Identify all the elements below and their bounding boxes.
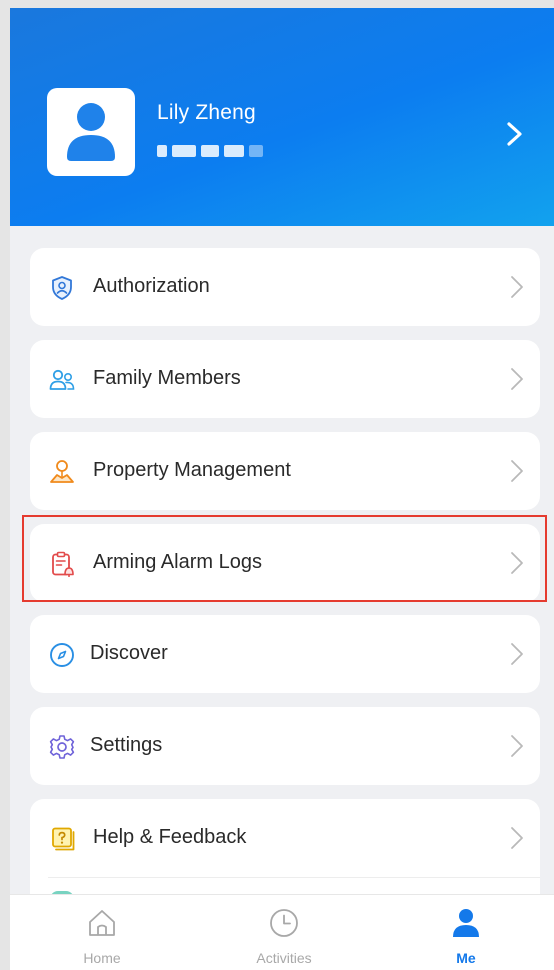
chevron-right-icon bbox=[511, 735, 523, 757]
family-icon bbox=[49, 369, 75, 390]
avatar[interactable] bbox=[47, 88, 135, 176]
alarm-log-icon bbox=[52, 551, 74, 577]
menu-item-label: Help & Feedback bbox=[93, 826, 247, 848]
compass-icon bbox=[50, 643, 74, 667]
app-screen: Lily Zheng Authorization Family Members … bbox=[0, 0, 554, 970]
shield-person-icon bbox=[52, 276, 72, 300]
clock-icon bbox=[270, 909, 298, 937]
menu-item-property-management[interactable]: Property Management bbox=[30, 432, 540, 510]
menu-item-authorization[interactable]: Authorization bbox=[30, 248, 540, 326]
tab-label: Me bbox=[456, 950, 476, 966]
menu-item-discover[interactable]: Discover bbox=[30, 615, 540, 693]
menu-item-label: Settings bbox=[90, 734, 163, 756]
tab-label: Activities bbox=[256, 950, 312, 966]
person-icon bbox=[453, 909, 479, 937]
home-icon bbox=[89, 910, 115, 936]
menu-list: Authorization Family Members Property Ma… bbox=[10, 226, 554, 899]
tab-label: Home bbox=[83, 950, 121, 966]
tab-home[interactable]: Home bbox=[42, 895, 162, 970]
chevron-right-icon bbox=[511, 827, 523, 849]
chevron-right-icon[interactable] bbox=[504, 120, 526, 148]
tab-me[interactable]: Me bbox=[406, 895, 526, 970]
chevron-right-icon bbox=[511, 276, 523, 298]
chevron-right-icon bbox=[511, 552, 523, 574]
bottom-tab-bar: Home Activities Me bbox=[10, 894, 554, 970]
menu-item-label: Family Members bbox=[93, 367, 241, 389]
chevron-right-icon bbox=[511, 368, 523, 390]
menu-item-arming-alarm-logs[interactable]: Arming Alarm Logs bbox=[30, 524, 540, 602]
property-icon bbox=[50, 460, 74, 483]
user-name: Lily Zheng bbox=[157, 101, 256, 124]
tab-activities[interactable]: Activities bbox=[224, 895, 344, 970]
menu-item-settings[interactable]: Settings bbox=[30, 707, 540, 785]
user-id-masked bbox=[157, 142, 269, 160]
help-icon bbox=[52, 827, 75, 851]
person-avatar-icon bbox=[67, 103, 115, 161]
profile-header[interactable]: Lily Zheng bbox=[10, 8, 554, 226]
chevron-right-icon bbox=[511, 460, 523, 482]
menu-item-help-feedback[interactable]: Help & Feedback bbox=[30, 799, 540, 899]
menu-item-label: Property Management bbox=[93, 459, 291, 481]
menu-item-label: Discover bbox=[90, 642, 168, 664]
menu-item-family-members[interactable]: Family Members bbox=[30, 340, 540, 418]
chevron-right-icon bbox=[511, 643, 523, 665]
menu-item-label: Authorization bbox=[93, 275, 210, 297]
menu-item-label: Arming Alarm Logs bbox=[93, 551, 262, 573]
divider bbox=[48, 877, 540, 878]
gear-icon bbox=[49, 735, 75, 759]
